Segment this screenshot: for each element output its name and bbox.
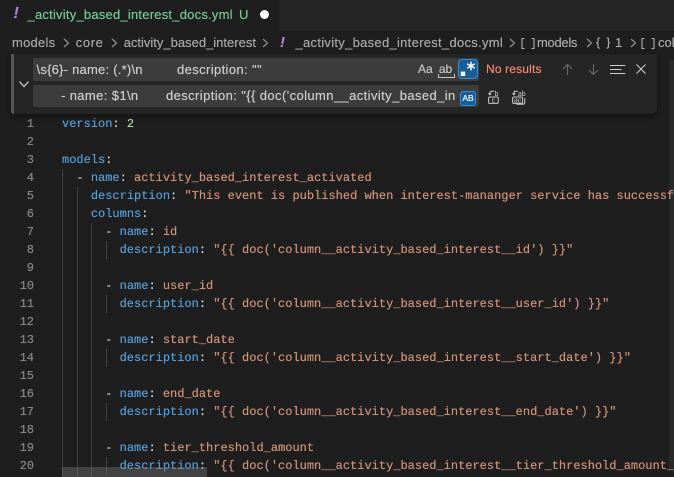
- svg-text:ac: ac: [514, 98, 522, 105]
- svg-text:c: c: [492, 98, 496, 105]
